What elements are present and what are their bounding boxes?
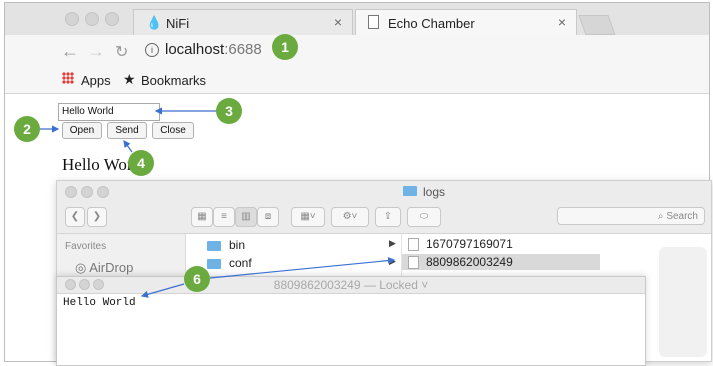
arrow-4-to-send [123,140,133,153]
callout-3: 3 [216,98,242,124]
callout-6: 6 [184,266,210,292]
annotation-arrows [40,107,396,298]
callout-2: 2 [14,116,40,142]
arrow-6-to-file [209,257,396,279]
callout-1: 1 [272,34,298,60]
callout-4: 4 [128,150,154,176]
arrow-6-to-editor [140,283,185,298]
